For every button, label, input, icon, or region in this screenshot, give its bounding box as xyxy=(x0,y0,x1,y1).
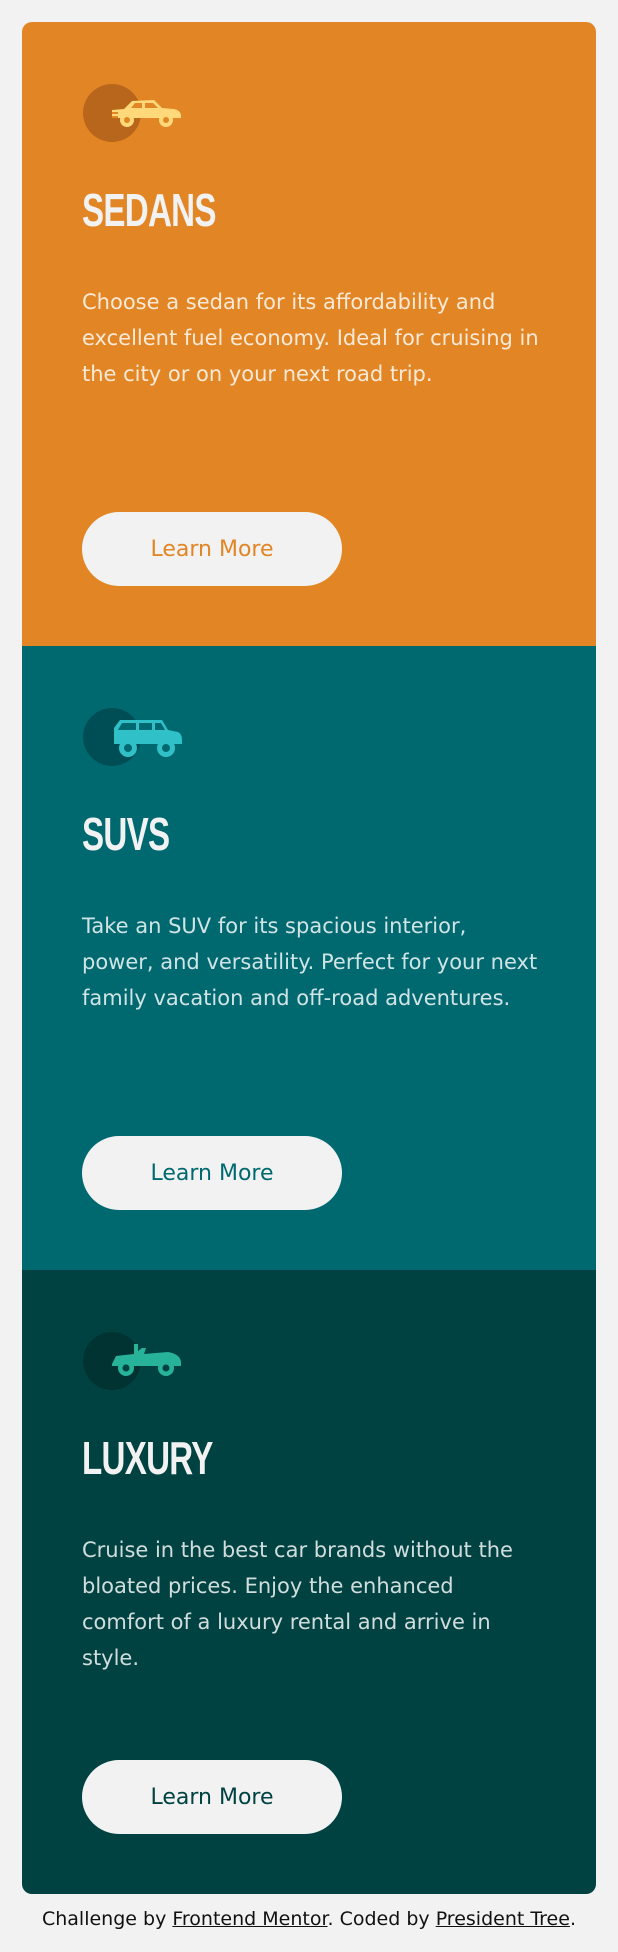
suv-car-icon xyxy=(82,706,182,768)
frontend-mentor-link[interactable]: Frontend Mentor xyxy=(172,1908,327,1930)
card-description: Choose a sedan for its affordability and… xyxy=(82,290,539,386)
card-suvs: SUVS Take an SUV for its spacious interi… xyxy=(22,646,596,1270)
attribution-middle: . Coded by xyxy=(327,1908,436,1930)
attribution-suffix: . xyxy=(569,1908,576,1930)
card-title: SEDANS xyxy=(82,184,216,236)
card-description: Cruise in the best car brands without th… xyxy=(82,1538,513,1670)
card-sedans: SEDANS Choose a sedan for its affordabil… xyxy=(22,22,596,646)
card-description: Take an SUV for its spacious interior, p… xyxy=(82,914,538,1010)
learn-more-button[interactable]: Learn More xyxy=(82,1136,342,1210)
car-cards-container: SEDANS Choose a sedan for its affordabil… xyxy=(22,22,596,1894)
card-luxury: LUXURY Cruise in the best car brands wit… xyxy=(22,1270,596,1894)
attribution: Challenge by Frontend Mentor. Coded by P… xyxy=(0,1906,618,1932)
card-title: LUXURY xyxy=(82,1432,213,1484)
learn-more-button[interactable]: Learn More xyxy=(82,512,342,586)
sedan-car-icon xyxy=(82,82,182,144)
luxury-car-icon xyxy=(82,1330,182,1392)
author-link[interactable]: President Tree xyxy=(436,1908,570,1930)
card-title: SUVS xyxy=(82,808,170,860)
attribution-prefix: Challenge by xyxy=(41,1908,173,1930)
learn-more-button[interactable]: Learn More xyxy=(82,1760,342,1834)
